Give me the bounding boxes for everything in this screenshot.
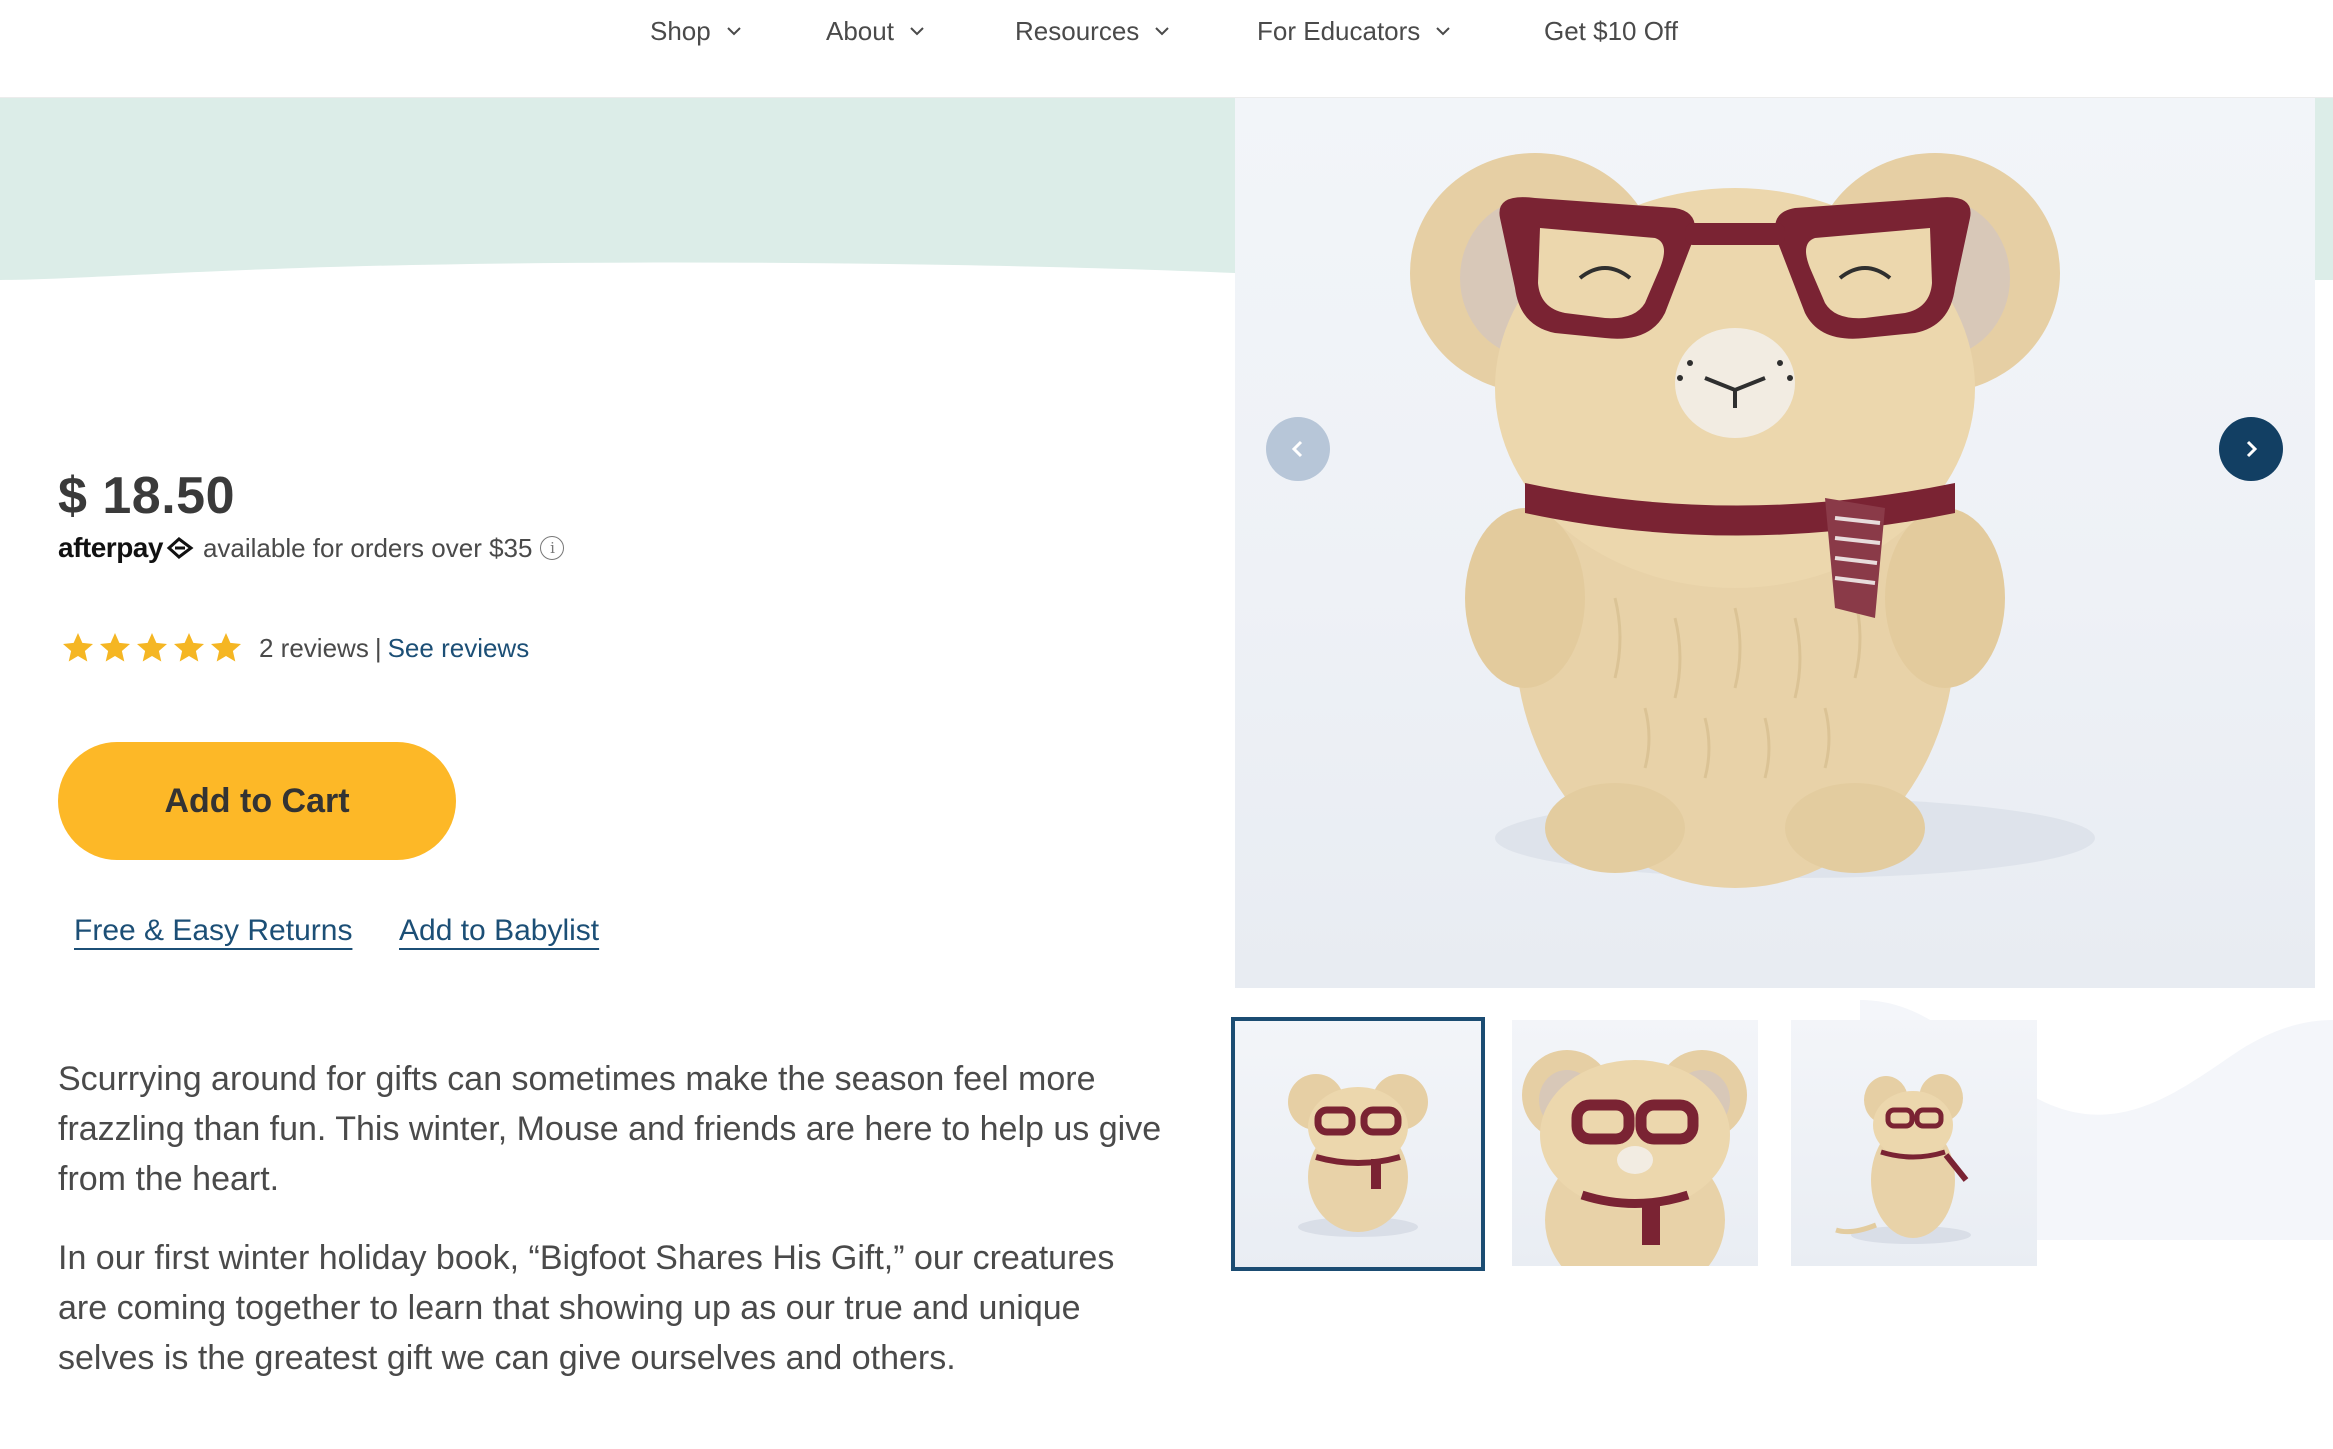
- chevron-down-icon: [727, 27, 741, 36]
- afterpay-logo-text: afterpay: [58, 532, 163, 563]
- nav-item-label: Get $10 Off: [1544, 15, 1678, 46]
- nav-item-about[interactable]: About: [826, 12, 926, 50]
- nav-item-resources[interactable]: Resources: [1015, 12, 1171, 50]
- chevron-right-icon: [2246, 440, 2258, 458]
- product-description-paragraph: In our first winter holiday book, “Bigfo…: [58, 1239, 1115, 1377]
- thumbnail-image: [1522, 1050, 1747, 1266]
- nav-item-label: Shop: [650, 15, 711, 46]
- product-main-image[interactable]: [1235, 98, 2315, 988]
- chevron-down-icon: [1155, 27, 1169, 36]
- add-to-cart-button[interactable]: Add to Cart: [58, 742, 456, 860]
- star-icon: [211, 633, 241, 662]
- star-icon: [100, 633, 130, 662]
- thumbnail-image: [1835, 1074, 1971, 1244]
- gallery-thumbnail-1[interactable]: [1231, 1017, 1485, 1271]
- afterpay-arrows-icon: [166, 537, 194, 559]
- gallery-thumbnail-3[interactable]: [1791, 1020, 2037, 1266]
- thumbnail-image: [1288, 1074, 1428, 1237]
- star-icon: [174, 633, 204, 662]
- chevron-down-icon: [910, 27, 924, 36]
- decorative-wave-band: [0, 98, 1235, 280]
- nav-item-shop[interactable]: Shop: [650, 12, 743, 50]
- gallery-thumbnail-2[interactable]: [1512, 1020, 1758, 1266]
- decorative-wave-band-right: [2315, 98, 2333, 280]
- afterpay-info: afterpay available for orders over $35 i: [58, 528, 565, 568]
- mouse-plush-illustration: [1410, 153, 2095, 888]
- star-icon: [63, 633, 93, 662]
- nav-item-for-educators[interactable]: For Educators: [1257, 12, 1452, 50]
- nav-item-label: Resources: [1015, 15, 1140, 46]
- carousel-prev-button[interactable]: [1266, 417, 1330, 481]
- top-navigation: Shop About Resources For Educators Get $…: [0, 0, 2333, 98]
- product-rating: 2 reviews | See reviews: [60, 626, 529, 670]
- nav-item-label: For Educators: [1257, 15, 1421, 46]
- product-price: $ 18.50: [58, 467, 235, 525]
- free-easy-returns-link[interactable]: Free & Easy Returns: [74, 914, 352, 948]
- chevron-down-icon: [1436, 27, 1451, 36]
- nav-item-label: About: [826, 15, 894, 46]
- star-rating: [60, 630, 245, 666]
- afterpay-text: available for orders over $35: [202, 532, 533, 563]
- review-count: 2 reviews: [259, 632, 369, 663]
- see-reviews-link[interactable]: See reviews: [388, 633, 530, 664]
- carousel-next-button[interactable]: [2219, 417, 2283, 481]
- nav-item-get-10-off[interactable]: Get $10 Off: [1544, 12, 1678, 50]
- add-to-babylist-link[interactable]: Add to Babylist: [399, 914, 599, 948]
- star-icon: [137, 633, 167, 662]
- afterpay-logo: afterpay: [58, 532, 195, 564]
- product-description-paragraph: Scurrying around for gifts can sometimes…: [58, 1060, 1162, 1198]
- info-icon[interactable]: i: [540, 536, 565, 560]
- separator: |: [374, 632, 382, 663]
- chevron-left-icon: [1291, 440, 1303, 458]
